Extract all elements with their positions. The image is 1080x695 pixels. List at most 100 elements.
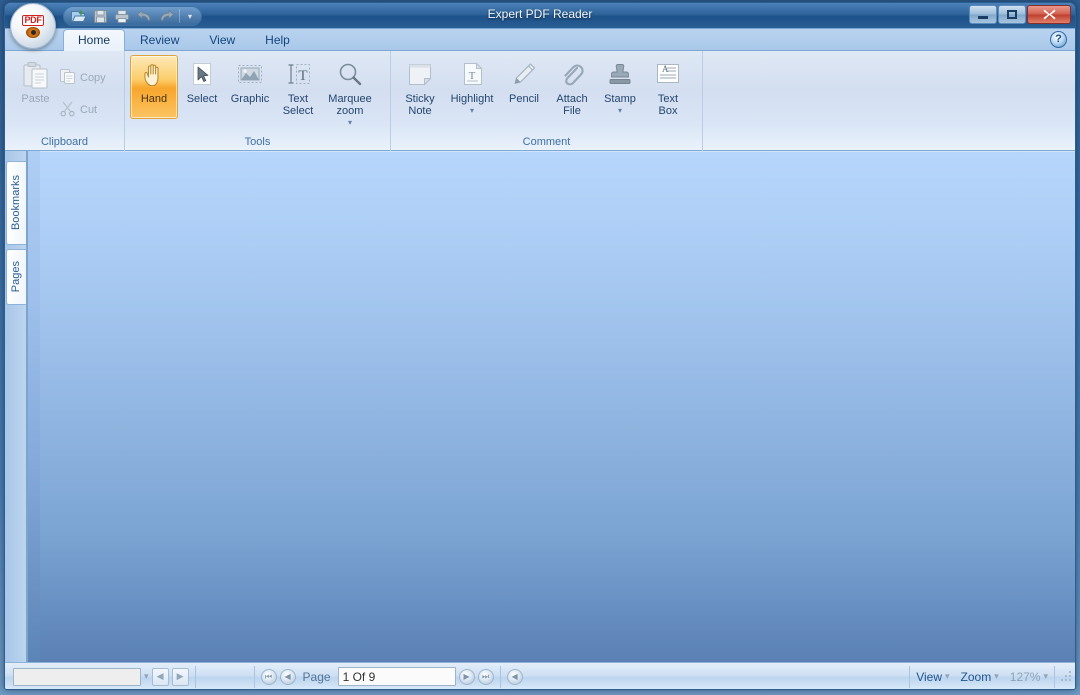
ribbon-group-tools: Hand Select Graphic T Text Select Marque… [125, 51, 391, 151]
chevron-down-icon[interactable]: ▾ [618, 105, 622, 117]
paste-button[interactable]: Paste [16, 55, 55, 119]
page-navigation-section: ⏮ ◀ Page 1 Of 9 ▶ ⏭ [255, 663, 500, 690]
chevron-down-icon[interactable]: ▾ [348, 117, 352, 129]
zoom-level-value[interactable]: 127% [1010, 670, 1041, 684]
text-select-tool-label: Text Select [282, 93, 314, 117]
ribbon-tabs: Home Review View Help [63, 29, 305, 51]
qat-customize-dropdown[interactable]: ▾ [183, 8, 197, 25]
highlight-label: Highlight [450, 93, 494, 105]
ribbon-empty-area [703, 51, 1075, 150]
view-menu-button[interactable]: View [916, 670, 942, 684]
clipboard-group-label: Clipboard [40, 136, 89, 148]
page-label: Page [302, 669, 331, 684]
zoom-menu-button[interactable]: Zoom [961, 670, 992, 684]
undo-icon [136, 10, 150, 21]
tab-review[interactable]: Review [125, 29, 194, 51]
redo-button[interactable] [156, 8, 176, 25]
copy-button[interactable]: Copy [55, 65, 117, 91]
attach-file-button[interactable]: Attach File [548, 55, 596, 120]
pencil-icon [509, 60, 539, 90]
copy-icon [59, 68, 76, 88]
graphic-icon [235, 60, 265, 90]
stamp-button[interactable]: Stamp ▾ [596, 55, 644, 120]
tab-help[interactable]: Help [250, 29, 305, 51]
svg-text:A: A [662, 64, 669, 74]
magnifier-icon [335, 60, 365, 90]
navigation-pane-tabs: Bookmarks Pages [5, 151, 27, 662]
application-orb-button[interactable]: PDF [10, 3, 56, 49]
desktop-background: Expert PDF Reader PDF ▾ Home Review View… [0, 0, 1080, 695]
paperclip-icon [557, 60, 587, 90]
view-zoom-section: View ▾ Zoom ▾ 127% ▾ [910, 663, 1054, 690]
search-input[interactable] [13, 667, 141, 686]
ribbon: Paste Copy Cut Clipboard Hand Select Gra… [5, 51, 1075, 151]
select-tool-label: Select [186, 93, 218, 105]
last-page-button[interactable]: ⏭ [477, 668, 494, 685]
ribbon-group-comment: Sticky Note T Highlight ▾ Pencil Attach … [391, 51, 703, 151]
pdf-logo-text: PDF [22, 14, 44, 26]
svg-text:T: T [469, 70, 476, 82]
print-button[interactable] [112, 8, 132, 25]
sticky-note-icon [405, 60, 435, 90]
resize-grip[interactable] [1059, 669, 1073, 684]
maximize-button[interactable] [998, 5, 1026, 24]
find-previous-button[interactable]: ◀ [151, 667, 169, 686]
open-button[interactable] [68, 8, 88, 25]
marquee-zoom-label: Marquee zoom [328, 93, 372, 117]
graphic-tool-button[interactable]: Graphic [226, 55, 274, 119]
window-controls [969, 5, 1071, 24]
hand-tool-button[interactable]: Hand [130, 55, 178, 119]
select-tool-button[interactable]: Select [178, 55, 226, 119]
sidebar-tab-bookmarks[interactable]: Bookmarks [5, 161, 26, 245]
status-bar: ▾ ◀ ▶ ⏮ ◀ Page 1 Of 9 ▶ ⏭ ◀ View ▾ Zoom … [5, 662, 1075, 690]
svg-text:T: T [298, 68, 307, 84]
zoom-value-chevron-down-icon[interactable]: ▾ [1043, 671, 1048, 682]
previous-page-button[interactable]: ◀ [279, 668, 296, 685]
find-section: ▾ ◀ ▶ [7, 663, 195, 690]
page-number-input[interactable]: 1 Of 9 [337, 667, 456, 686]
tab-home[interactable]: Home [63, 29, 126, 51]
close-icon [1043, 9, 1055, 20]
go-back-button[interactable]: ◀ [506, 668, 523, 685]
marquee-zoom-button[interactable]: Marquee zoom ▾ [322, 55, 378, 132]
first-page-button[interactable]: ⏮ [260, 668, 277, 685]
sidebar-tab-bookmarks-label: Bookmarks [10, 175, 22, 231]
open-icon [71, 9, 86, 22]
stamp-label: Stamp [604, 93, 636, 105]
pencil-button[interactable]: Pencil [500, 55, 548, 119]
find-next-button[interactable]: ▶ [171, 667, 189, 686]
save-button[interactable] [90, 8, 110, 25]
sidebar-tab-pages[interactable]: Pages [5, 249, 26, 305]
zoom-chevron-down-icon[interactable]: ▾ [994, 671, 999, 682]
close-button[interactable] [1027, 5, 1071, 24]
text-box-icon: A [653, 60, 683, 90]
cut-icon [59, 100, 76, 120]
comment-group-label: Comment [522, 136, 571, 148]
hand-icon [139, 60, 169, 90]
undo-button[interactable] [134, 8, 154, 25]
sticky-note-button[interactable]: Sticky Note [396, 55, 444, 120]
print-icon [115, 9, 129, 23]
cut-button[interactable]: Cut [55, 97, 117, 123]
redo-icon [160, 10, 174, 21]
viewport-left-gutter [28, 151, 40, 662]
next-page-button[interactable]: ▶ [458, 668, 475, 685]
minimize-button[interactable] [969, 5, 997, 24]
chevron-down-icon[interactable]: ▾ [470, 105, 474, 117]
tools-group-label: Tools [244, 136, 271, 148]
view-chevron-down-icon[interactable]: ▾ [945, 671, 950, 682]
quick-access-toolbar: ▾ [63, 6, 202, 26]
help-icon[interactable]: ? [1050, 31, 1067, 48]
eye-icon [26, 26, 40, 38]
ribbon-group-clipboard: Paste Copy Cut Clipboard [5, 51, 125, 151]
attach-file-label: Attach File [556, 93, 588, 117]
search-dropdown-icon[interactable]: ▾ [144, 671, 149, 682]
tab-view[interactable]: View [194, 29, 250, 51]
text-box-button[interactable]: A Text Box [644, 55, 692, 120]
text-select-tool-button[interactable]: T Text Select [274, 55, 322, 120]
highlight-button[interactable]: T Highlight ▾ [444, 55, 500, 120]
document-viewport[interactable] [27, 151, 1075, 662]
text-select-icon: T [283, 60, 313, 90]
status-gap [196, 663, 254, 690]
text-box-label: Text Box [657, 93, 679, 117]
